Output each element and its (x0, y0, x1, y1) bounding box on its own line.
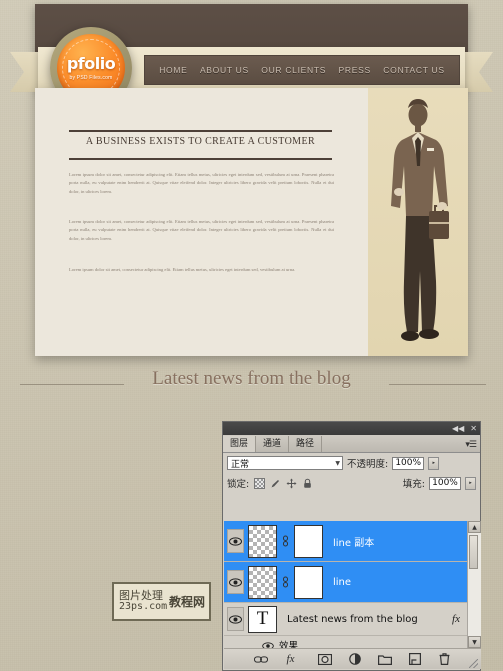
layer-style-fx-icon[interactable]: fx (284, 652, 298, 666)
panel-menu-icon[interactable]: ▾☰ (465, 440, 477, 450)
link-mask-icon[interactable] (281, 576, 290, 588)
layer-thumbnail[interactable] (248, 524, 277, 558)
main-navigation[interactable]: HOME ABOUT US OUR CLIENTS PRESS CONTACT … (144, 55, 460, 85)
logo-subtext: by PSD Files.com (69, 74, 113, 81)
lock-label: 锁定: (227, 479, 250, 490)
nav-item-home[interactable]: HOME (159, 65, 187, 75)
eye-icon[interactable] (227, 607, 244, 631)
layer-style-fx-icon[interactable]: fx (452, 613, 460, 625)
nav-item-contact-us[interactable]: CONTACT US (383, 65, 444, 75)
new-layer-icon[interactable] (408, 652, 422, 666)
layer-list-container: line 副本 line T Latest news from the blog (224, 521, 481, 648)
nav-item-about-us[interactable]: ABOUT US (200, 65, 249, 75)
layer-mask-icon[interactable] (317, 652, 332, 666)
layer-name: line 副本 (333, 537, 375, 549)
lock-icon[interactable] (301, 477, 313, 489)
scroll-up-button[interactable]: ▲ (468, 521, 481, 533)
fill-input[interactable]: 100% (429, 476, 461, 490)
layer-mask-thumbnail[interactable] (294, 524, 323, 558)
panel-tab-strip: 图层 通道 路径 ▾☰ (223, 435, 480, 453)
hero-headline: A BUSINESS EXISTS TO CREATE A CUSTOMER (85, 136, 316, 147)
watermark-overlay-text: 教程网 (169, 595, 206, 609)
blend-opacity-row: 正常 ▼ 不透明度: 100% ▸ (223, 453, 480, 473)
layer-name: line (333, 576, 352, 588)
nav-item-press[interactable]: PRESS (339, 65, 371, 75)
lock-fill-row: 锁定: 填充: 100% ▸ (223, 473, 480, 493)
headline-rule-top (69, 130, 332, 132)
brush-icon[interactable] (269, 477, 281, 489)
fill-stepper[interactable]: ▸ (465, 476, 476, 490)
tab-paths[interactable]: 路径 (289, 436, 323, 452)
transparency-checker-icon[interactable] (253, 477, 265, 489)
hero-paragraph-3: Lorem ipsum dolor sit amet, consectetur … (69, 267, 296, 272)
opacity-label: 不透明度: (347, 459, 389, 470)
hero-paragraph-2: Lorem ipsum dolor sit amet, consectetur … (69, 219, 334, 241)
news-divider-line-right (389, 384, 486, 385)
layer-name: Latest news from the blog (287, 613, 418, 625)
link-mask-icon[interactable] (281, 535, 290, 547)
watermark-line-2: 23ps.com (119, 601, 168, 612)
eye-icon[interactable] (227, 529, 244, 553)
blend-mode-select[interactable]: 正常 ▼ (227, 456, 343, 470)
hero-paragraph-1: Lorem ipsum dolor sit amet, consectetur … (69, 172, 334, 194)
close-icon[interactable]: ✕ (470, 424, 477, 433)
move-icon[interactable] (285, 477, 297, 489)
adjustment-layer-icon[interactable] (348, 652, 362, 666)
effects-group-label: 效果 (279, 640, 299, 649)
layer-row-line[interactable]: line (224, 562, 467, 603)
scroll-down-button[interactable]: ▼ (468, 636, 481, 648)
headline-rule-bottom (69, 158, 332, 160)
layer-mask-thumbnail[interactable] (294, 565, 323, 599)
scrollbar-thumb[interactable] (469, 535, 478, 569)
effects-group-row[interactable]: 效果 (224, 636, 467, 648)
scrollbar-track[interactable] (468, 533, 481, 636)
layer-thumbnail[interactable] (248, 565, 277, 599)
opacity-stepper[interactable]: ▸ (428, 456, 440, 470)
delete-layer-icon[interactable] (438, 652, 452, 666)
fill-label: 填充: (402, 479, 425, 490)
opacity-input[interactable]: 100% (392, 456, 425, 470)
panel-bottom-toolbar: fx (224, 648, 481, 669)
new-group-icon[interactable] (377, 652, 392, 666)
photoshop-layers-panel: ◀◀ ✕ 图层 通道 路径 ▾☰ 正常 ▼ 不透明度: 100% ▸ 锁定: 填… (222, 421, 481, 671)
panel-resize-grip[interactable] (469, 659, 478, 668)
text-layer-thumbnail[interactable]: T (248, 605, 277, 633)
layer-row-text[interactable]: T Latest news from the blog fx (224, 603, 467, 636)
blend-mode-value: 正常 (231, 459, 250, 470)
layer-list: line 副本 line T Latest news from the blog (224, 521, 467, 648)
eye-icon[interactable] (227, 570, 244, 594)
chevron-down-icon: ▼ (335, 459, 340, 467)
eye-icon[interactable] (262, 635, 274, 648)
businessman-illustration (391, 99, 449, 341)
hero-content-card: A BUSINESS EXISTS TO CREATE A CUSTOMER L… (35, 88, 468, 356)
tab-layers[interactable]: 图层 (223, 436, 257, 452)
nav-item-our-clients[interactable]: OUR CLIENTS (261, 65, 326, 75)
tab-channels[interactable]: 通道 (256, 436, 290, 452)
link-layers-icon[interactable] (253, 652, 268, 666)
watermark-box: 图片处理 23ps.com 教程网 (112, 582, 211, 621)
collapse-icon[interactable]: ◀◀ (452, 424, 464, 433)
news-section-title: Latest news from the blog (152, 368, 351, 389)
layer-row-line-copy[interactable]: line 副本 (224, 521, 467, 562)
panel-titlebar: ◀◀ ✕ (223, 422, 480, 435)
logo-text: pfolio (66, 53, 116, 73)
layer-list-scrollbar[interactable]: ▲ ▼ (467, 521, 481, 648)
